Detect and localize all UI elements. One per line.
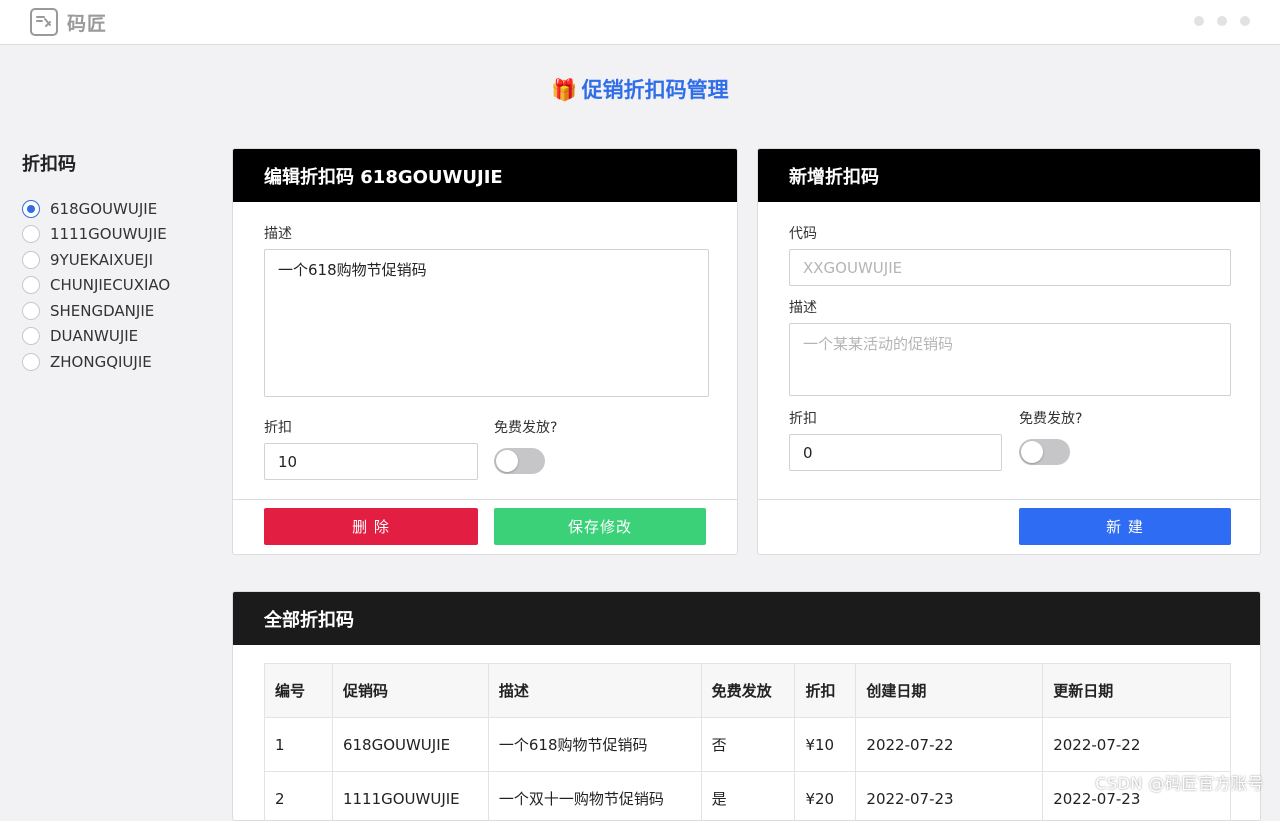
table-header-cell: 创建日期 xyxy=(856,664,1043,718)
window-dot[interactable] xyxy=(1217,16,1227,26)
table-cell: 2022-07-22 xyxy=(1043,718,1231,772)
new-free-label: 免费发放? xyxy=(1019,408,1082,428)
edit-desc-label: 描述 xyxy=(264,223,292,243)
edit-code-panel: 编辑折扣码 618GOUWUJIE 描述 一个618购物节促销码 折扣 10 免… xyxy=(232,148,738,555)
table-cell: ¥10 xyxy=(795,718,856,772)
window-dot[interactable] xyxy=(1194,16,1204,26)
edit-discount-input[interactable]: 10 xyxy=(264,443,478,480)
radio-unchecked-icon[interactable] xyxy=(22,353,40,371)
radio-item[interactable]: 9YUEKAIXUEJI xyxy=(22,247,222,273)
create-button[interactable]: 新 建 xyxy=(1019,508,1231,545)
watermark: CSDN @码匠官方账号 xyxy=(1095,770,1264,794)
table-header-cell: 折扣 xyxy=(795,664,856,718)
new-code-label: 代码 xyxy=(789,223,817,243)
radio-label: SHENGDANJIE xyxy=(50,302,154,320)
logo-text: 码匠 xyxy=(67,9,107,36)
new-panel-title: 新增折扣码 xyxy=(758,149,1260,202)
code-radio-list: 618GOUWUJIE 1111GOUWUJIE 9YUEKAIXUEJI CHUNJ… xyxy=(22,196,222,375)
table-header-cell: 促销码 xyxy=(332,664,488,718)
new-code-panel: 新增折扣码 代码 XXGOUWUJIE 描述 一个某某活动的促销码 折扣 0 免… xyxy=(757,148,1261,555)
table-header-row: 编号促销码描述免费发放折扣创建日期更新日期 xyxy=(265,664,1231,718)
save-button[interactable]: 保存修改 xyxy=(494,508,706,545)
new-discount-label: 折扣 xyxy=(789,408,817,428)
table-cell: 1111GOUWUJIE xyxy=(332,772,488,821)
table-header-cell: 编号 xyxy=(265,664,333,718)
edit-panel-footer: 删 除 保存修改 xyxy=(233,499,737,554)
radio-label: 9YUEKAIXUEJI xyxy=(50,251,153,269)
table-cell: 一个双十一购物节促销码 xyxy=(488,772,701,821)
sidebar: 折扣码 618GOUWUJIE 1111GOUWUJIE 9YUEKAIXUEJI C… xyxy=(22,150,222,375)
edit-desc-textarea[interactable]: 一个618购物节促销码 xyxy=(264,249,709,397)
radio-unchecked-icon[interactable] xyxy=(22,251,40,269)
table-row[interactable]: 1618GOUWUJIE一个618购物节促销码否¥102022-07-22202… xyxy=(265,718,1231,772)
table-cell: 2022-07-23 xyxy=(856,772,1043,821)
gift-icon: 🎁 xyxy=(551,78,577,102)
radio-item[interactable]: 1111GOUWUJIE xyxy=(22,222,222,248)
page-title: 🎁促销折扣码管理 xyxy=(0,74,1280,104)
table-cell: 618GOUWUJIE xyxy=(332,718,488,772)
new-discount-input[interactable]: 0 xyxy=(789,434,1002,471)
logo-icon xyxy=(30,8,58,36)
radio-item[interactable]: SHENGDANJIE xyxy=(22,298,222,324)
top-bar: 码匠 xyxy=(0,0,1280,45)
table-header-cell: 免费发放 xyxy=(701,664,795,718)
sidebar-title: 折扣码 xyxy=(22,150,222,176)
radio-item[interactable]: 618GOUWUJIE xyxy=(22,196,222,222)
table-header-cell: 更新日期 xyxy=(1043,664,1231,718)
radio-label: 618GOUWUJIE xyxy=(50,200,157,218)
radio-label: ZHONGQIUJIE xyxy=(50,353,152,371)
codes-table: 编号促销码描述免费发放折扣创建日期更新日期 1618GOUWUJIE一个618购… xyxy=(264,663,1231,821)
table-cell: 否 xyxy=(701,718,795,772)
new-desc-label: 描述 xyxy=(789,297,817,317)
new-desc-textarea[interactable]: 一个某某活动的促销码 xyxy=(789,323,1231,396)
table-header-cell: 描述 xyxy=(488,664,701,718)
table-cell: 1 xyxy=(265,718,333,772)
table-cell: ¥20 xyxy=(795,772,856,821)
radio-item[interactable]: DUANWUJIE xyxy=(22,324,222,350)
radio-label: 1111GOUWUJIE xyxy=(50,225,167,243)
radio-label: CHUNJIECUXIAO xyxy=(50,276,170,294)
new-code-input[interactable]: XXGOUWUJIE xyxy=(789,249,1231,286)
table-cell: 2 xyxy=(265,772,333,821)
radio-item[interactable]: ZHONGQIUJIE xyxy=(22,349,222,375)
new-desc-placeholder: 一个某某活动的促销码 xyxy=(803,335,953,353)
radio-unchecked-icon[interactable] xyxy=(22,276,40,294)
edit-free-label: 免费发放? xyxy=(494,417,557,437)
table-cell: 2022-07-22 xyxy=(856,718,1043,772)
radio-checked-icon[interactable] xyxy=(22,200,40,218)
new-free-toggle[interactable] xyxy=(1019,439,1070,465)
radio-unchecked-icon[interactable] xyxy=(22,327,40,345)
radio-item[interactable]: CHUNJIECUXIAO xyxy=(22,273,222,299)
table-row[interactable]: 21111GOUWUJIE一个双十一购物节促销码是¥202022-07-2320… xyxy=(265,772,1231,821)
new-panel-footer: 新 建 xyxy=(758,499,1260,554)
app-logo[interactable]: 码匠 xyxy=(30,8,107,36)
radio-label: DUANWUJIE xyxy=(50,327,138,345)
edit-panel-title: 编辑折扣码 618GOUWUJIE xyxy=(233,149,737,202)
table-body: 1618GOUWUJIE一个618购物节促销码否¥102022-07-22202… xyxy=(265,718,1231,821)
edit-free-toggle[interactable] xyxy=(494,448,545,474)
edit-discount-label: 折扣 xyxy=(264,417,292,437)
all-panel-title: 全部折扣码 xyxy=(233,592,1260,645)
new-code-placeholder: XXGOUWUJIE xyxy=(803,259,902,277)
table-cell: 是 xyxy=(701,772,795,821)
window-dots-icon[interactable] xyxy=(1194,16,1250,26)
delete-button[interactable]: 删 除 xyxy=(264,508,478,545)
radio-unchecked-icon[interactable] xyxy=(22,225,40,243)
codes-table-wrap: 编号促销码描述免费发放折扣创建日期更新日期 1618GOUWUJIE一个618购… xyxy=(264,663,1231,821)
radio-unchecked-icon[interactable] xyxy=(22,302,40,320)
table-cell: 一个618购物节促销码 xyxy=(488,718,701,772)
window-dot[interactable] xyxy=(1240,16,1250,26)
page-title-text: 促销折扣码管理 xyxy=(582,78,729,102)
